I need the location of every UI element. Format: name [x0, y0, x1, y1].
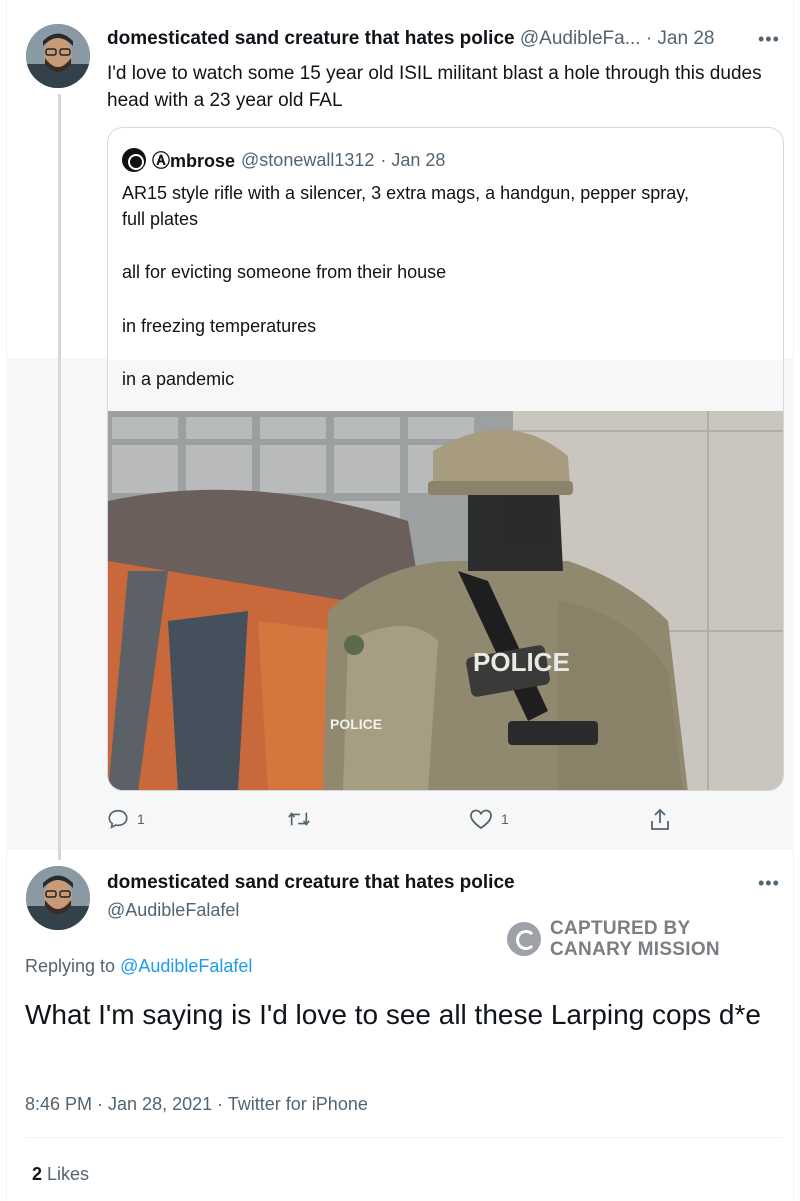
patch-police-text: POLICE	[330, 716, 382, 732]
quote-text-line: AR15 style rifle with a silencer, 3 extr…	[122, 183, 689, 203]
quote-header: Ⓐmbrose @stonewall1312 · Jan 28	[122, 147, 445, 173]
tweet-header: domesticated sand creature that hates po…	[107, 28, 714, 50]
vest-police-text: POLICE	[473, 647, 570, 677]
tweet-text: I'd love to watch some 15 year old ISIL …	[107, 63, 762, 111]
watermark-stamp: CAPTURED BY CANARY MISSION	[507, 918, 720, 960]
share-button[interactable]	[649, 808, 671, 832]
more-dots-icon[interactable]: •••	[758, 30, 780, 48]
retweet-button[interactable]	[287, 808, 311, 830]
quote-photo[interactable]: POLICE POLICE	[108, 411, 784, 791]
heart-icon	[470, 809, 492, 830]
like-button[interactable]: 1	[469, 808, 509, 830]
quoted-tweet-card[interactable]: Ⓐmbrose @stonewall1312 · Jan 28 AR15 sty…	[107, 127, 784, 791]
tweet-action-bar: 1 1	[107, 808, 669, 836]
watermark-text: CAPTURED BY CANARY MISSION	[550, 918, 720, 960]
author-name[interactable]: domesticated sand creature that hates po…	[107, 28, 515, 49]
likes-stat[interactable]: 2 Likes	[32, 1164, 89, 1185]
more-dots-icon[interactable]: •••	[758, 874, 780, 892]
replying-handle-link[interactable]: @AudibleFalafel	[120, 956, 252, 976]
reply-count: 1	[137, 811, 145, 827]
retweet-icon	[288, 812, 310, 826]
author-handle[interactable]: @AudibleFalafel	[107, 900, 239, 921]
replying-to: Replying to @AudibleFalafel	[25, 956, 252, 977]
avatar[interactable]	[26, 24, 90, 88]
quote-date[interactable]: · Jan 28	[380, 150, 445, 171]
replying-prefix: Replying to	[25, 956, 116, 976]
canary-logo-icon	[507, 922, 541, 956]
watermark-line: CAPTURED BY	[550, 918, 691, 939]
thread-connector-line	[58, 94, 61, 860]
reply-button[interactable]: 1	[107, 808, 145, 830]
author-handle[interactable]: @AudibleFa...	[520, 28, 641, 49]
tweet-text: What I'm saying is I'd love to see all t…	[25, 999, 761, 1030]
tweet-timestamp[interactable]: 8:46 PM · Jan 28, 2021 · Twitter for iPh…	[25, 1094, 368, 1115]
quote-author-handle[interactable]: @stonewall1312	[241, 150, 374, 171]
quote-text-line: all for evicting someone from their hous…	[122, 262, 447, 282]
likes-label: Likes	[47, 1164, 90, 1184]
tweet-date[interactable]: · Jan 28	[646, 28, 715, 49]
like-count: 1	[501, 811, 509, 827]
avatar[interactable]	[26, 866, 90, 930]
reply-bubble-icon	[108, 809, 128, 829]
quote-avatar[interactable]	[122, 148, 146, 172]
share-icon	[651, 808, 669, 830]
likes-count: 2	[32, 1164, 43, 1184]
quote-text-line: full plates	[122, 209, 199, 229]
divider	[25, 1137, 783, 1138]
quote-author-name[interactable]: Ⓐmbrose	[152, 147, 235, 173]
watermark-line: CANARY MISSION	[550, 939, 720, 960]
quote-text-line: in freezing temperatures	[122, 316, 317, 336]
quote-text-line: in a pandemic	[122, 369, 235, 389]
author-name[interactable]: domesticated sand creature that hates po…	[107, 872, 515, 894]
